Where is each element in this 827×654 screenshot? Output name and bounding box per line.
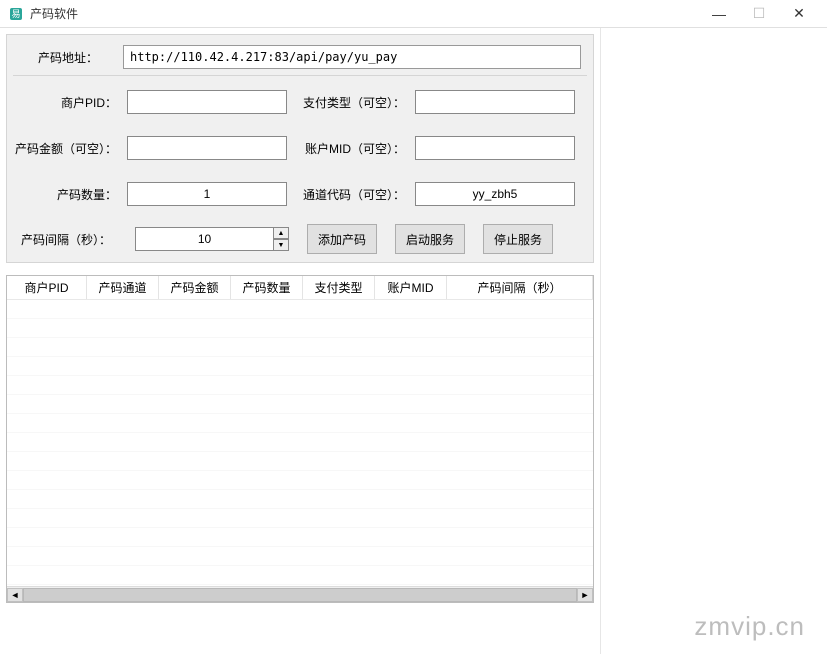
app-icon: 易 — [8, 6, 24, 22]
stop-button[interactable]: 停止服务 — [483, 224, 553, 254]
th-mid[interactable]: 账户MID — [375, 276, 447, 299]
label-amount: 产码金额（可空）： — [13, 140, 123, 157]
interval-spinner: ▲ ▼ — [135, 227, 289, 251]
pid-input[interactable] — [127, 90, 287, 114]
interval-input[interactable] — [135, 227, 273, 251]
th-amount[interactable]: 产码金额 — [159, 276, 231, 299]
address-input[interactable] — [123, 45, 581, 69]
th-qty[interactable]: 产码数量 — [231, 276, 303, 299]
horizontal-scrollbar[interactable]: ◄ ► — [7, 586, 593, 602]
th-interval[interactable]: 产码间隔（秒） — [447, 276, 593, 299]
data-table: 商户PID 产码通道 产码金额 产码数量 支付类型 账户MID 产码间隔（秒） … — [6, 275, 594, 603]
titlebar: 易 产码软件 — ☐ ✕ — [0, 0, 827, 28]
watermark: zmvip.cn — [694, 611, 805, 642]
label-pid: 商户PID： — [13, 94, 123, 111]
main-panel: 产码地址： 商户PID： 支付类型（可空）： 产码金额（可空）： 账户MID（可… — [0, 28, 600, 654]
scroll-thumb[interactable] — [23, 588, 577, 602]
window-controls: — ☐ ✕ — [699, 2, 819, 26]
label-interval: 产码间隔（秒）： — [13, 231, 117, 248]
scroll-track[interactable] — [23, 588, 577, 602]
label-mid: 账户MID（可空）： — [291, 140, 411, 157]
form-group: 产码地址： 商户PID： 支付类型（可空）： 产码金额（可空）： 账户MID（可… — [6, 34, 594, 263]
app-window: 易 产码软件 — ☐ ✕ 产码地址： 商户PID： 支付类型（可空）： — [0, 0, 827, 654]
amount-input[interactable] — [127, 136, 287, 160]
interval-down-button[interactable]: ▼ — [273, 239, 289, 251]
qty-input[interactable] — [127, 182, 287, 206]
row-address: 产码地址： — [13, 45, 587, 69]
svg-text:易: 易 — [11, 9, 20, 19]
label-paytype: 支付类型（可空）： — [291, 94, 411, 111]
divider — [13, 75, 587, 76]
body-area: 产码地址： 商户PID： 支付类型（可空）： 产码金额（可空）： 账户MID（可… — [0, 28, 827, 654]
th-paytype[interactable]: 支付类型 — [303, 276, 375, 299]
start-button[interactable]: 启动服务 — [395, 224, 465, 254]
scroll-right-icon[interactable]: ► — [577, 588, 593, 602]
paytype-input[interactable] — [415, 90, 575, 114]
maximize-button[interactable]: ☐ — [739, 2, 779, 26]
channel-input[interactable] — [415, 182, 575, 206]
add-button[interactable]: 添加产码 — [307, 224, 377, 254]
label-address: 产码地址： — [13, 49, 123, 66]
mid-input[interactable] — [415, 136, 575, 160]
table-body[interactable] — [7, 300, 593, 586]
interval-up-button[interactable]: ▲ — [273, 227, 289, 239]
minimize-button[interactable]: — — [699, 2, 739, 26]
form-grid: 商户PID： 支付类型（可空）： 产码金额（可空）： 账户MID（可空）： 产码… — [13, 90, 587, 206]
window-title: 产码软件 — [30, 5, 699, 22]
action-row: 产码间隔（秒）： ▲ ▼ 添加产码 启动服务 停止服务 — [13, 224, 587, 254]
th-pid[interactable]: 商户PID — [7, 276, 87, 299]
label-qty: 产码数量： — [13, 186, 123, 203]
close-button[interactable]: ✕ — [779, 2, 819, 26]
scroll-left-icon[interactable]: ◄ — [7, 588, 23, 602]
label-channel: 通道代码（可空）： — [291, 186, 411, 203]
right-panel — [600, 28, 827, 654]
table-header: 商户PID 产码通道 产码金额 产码数量 支付类型 账户MID 产码间隔（秒） — [7, 276, 593, 300]
th-channel[interactable]: 产码通道 — [87, 276, 159, 299]
